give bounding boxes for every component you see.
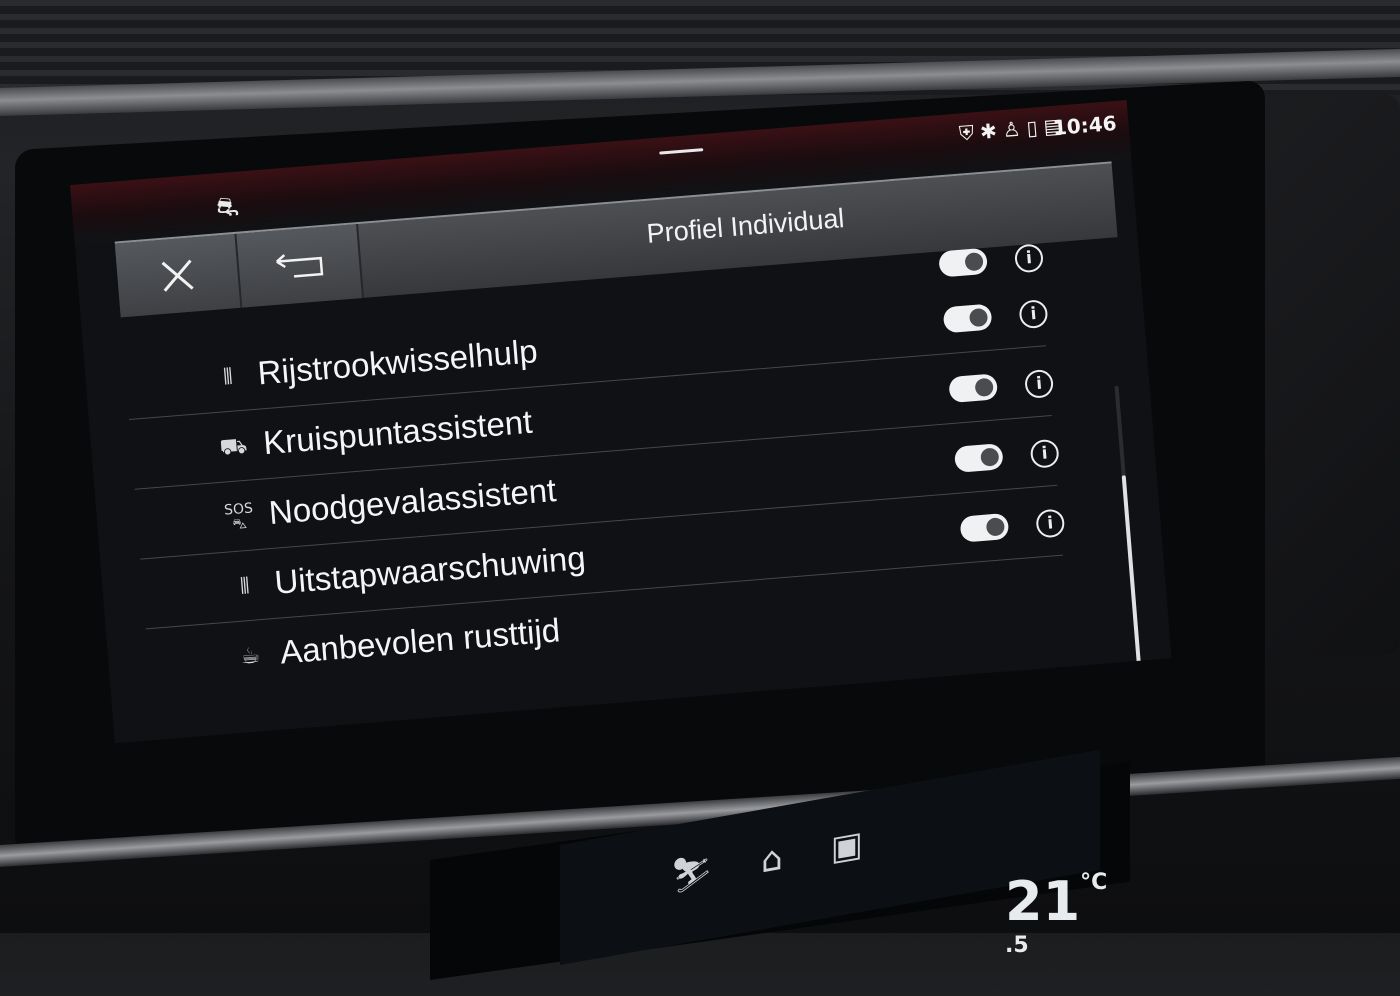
temperature-decimal: .5 <box>1005 933 1029 958</box>
list-item-label: Uitstapwaarschuwing <box>273 538 587 601</box>
coffee-cup-icon: ☕ <box>239 643 262 670</box>
scrollbar[interactable] <box>1114 385 1143 685</box>
info-icon[interactable]: i <box>1018 299 1049 330</box>
info-icon[interactable]: i <box>1035 508 1066 539</box>
shield-car-icon: ⛨ <box>958 119 982 146</box>
seat-heating-icon[interactable]: ⛷ <box>670 850 713 898</box>
toggle-switch[interactable] <box>948 373 999 404</box>
bluetooth-icon: ✱ <box>979 118 1004 144</box>
settings-list: i ⫴ Rijstrookwisselhulp i ⛟ Kruispuntass… <box>121 235 1152 743</box>
list-item-label: Noodgevalassistent <box>267 471 558 532</box>
temperature-unit: °C <box>1080 870 1108 895</box>
pull-down-handle[interactable] <box>659 148 704 155</box>
crossing-car-icon: ⛟ <box>218 433 249 461</box>
clock: 10:46 <box>1051 110 1118 140</box>
sos-car-icon: SOS ⛍ <box>223 500 254 534</box>
info-icon[interactable]: i <box>1029 438 1060 469</box>
climate-icon-row: ⛷ ⌂ ▣ <box>670 815 911 898</box>
lane-change-icon: ⫴ <box>222 364 234 391</box>
info-icon[interactable]: i <box>1023 368 1055 399</box>
list-item-label: Kruispuntassistent <box>261 402 534 462</box>
exit-warning-icon: ⫴ <box>239 573 251 600</box>
infotainment-display: ⛐ ⛨✱♙▯▤ 10:46 Profiel Individual i ⫴ Rij… <box>70 99 1172 744</box>
toggle-switch[interactable] <box>953 443 1004 473</box>
info-icon[interactable]: i <box>1013 243 1045 274</box>
toggle-switch[interactable] <box>959 512 1010 543</box>
list-item-label: Rijstrookwisselhulp <box>256 332 539 392</box>
list-item-label: Aanbevolen rusttijd <box>278 611 562 671</box>
temperature-whole: 21 <box>1005 870 1081 933</box>
scrollbar-thumb[interactable] <box>1121 475 1143 685</box>
car-sync-icon[interactable]: ⛐ <box>215 192 240 228</box>
home-icon[interactable]: ⌂ <box>761 838 783 882</box>
toggle-switch[interactable] <box>938 247 989 278</box>
phone-icon: ▯ <box>1025 114 1045 141</box>
toggle-switch[interactable] <box>942 303 993 334</box>
temperature-readout[interactable]: 21°C .5 <box>1005 870 1107 996</box>
defrost-icon[interactable]: ▣ <box>831 824 863 870</box>
profile-icon: ♙ <box>1001 116 1028 142</box>
